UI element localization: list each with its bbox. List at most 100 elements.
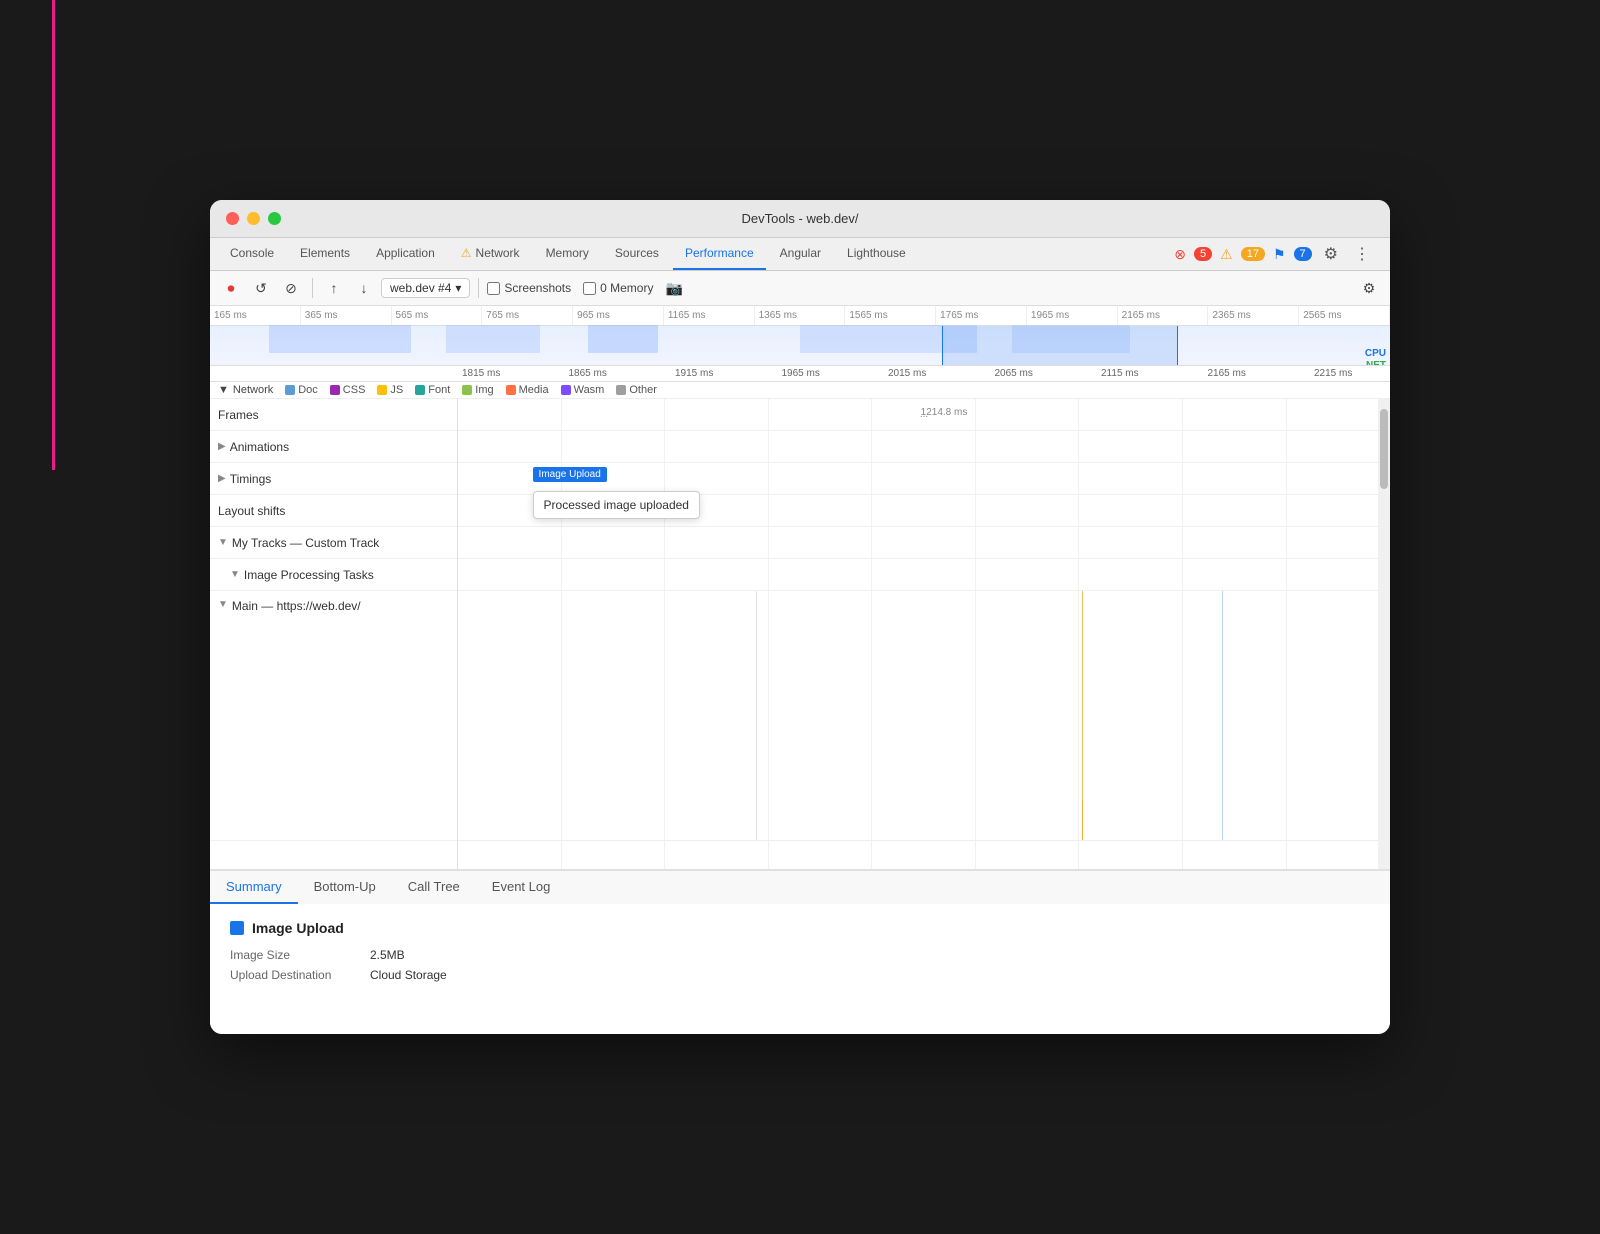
expand-icon: ▼ <box>218 537 228 548</box>
ruler-tick-11: 2365 ms <box>1208 306 1299 325</box>
memory-input[interactable] <box>583 282 596 295</box>
legend-css-label: CSS <box>343 384 366 396</box>
tab-network[interactable]: ⚠ Network <box>449 238 532 270</box>
tab-call-tree[interactable]: Call Tree <box>392 871 476 904</box>
screenshots-checkbox[interactable]: Screenshots <box>487 281 571 295</box>
tab-angular[interactable]: Angular <box>768 238 833 270</box>
image-upload-marker[interactable]: Image Upload <box>533 467 607 482</box>
expand-icon: ▼ <box>218 599 228 610</box>
upload-button[interactable]: ↑ <box>321 275 347 301</box>
window-title: DevTools - web.dev/ <box>741 211 858 226</box>
settings-icon[interactable]: ⚙ <box>1320 240 1342 268</box>
my-tracks-label: My Tracks — Custom Track <box>232 536 379 550</box>
memory-checkbox[interactable]: 0 Memory <box>583 281 653 295</box>
ruler2-0: 1815 ms <box>458 368 565 379</box>
memory-label: 0 Memory <box>600 281 653 295</box>
timeline-animations <box>458 431 1390 463</box>
close-button[interactable] <box>226 212 239 225</box>
tab-bottom-up[interactable]: Bottom-Up <box>298 871 392 904</box>
tabbar: Console Elements Application ⚠ Network M… <box>210 238 1390 271</box>
ruler-tick-0: 165 ms <box>210 306 301 325</box>
profile-select[interactable]: web.dev #4 ▾ <box>381 278 470 298</box>
track-timings[interactable]: ▶ Timings <box>210 463 457 495</box>
tab-lighthouse[interactable]: Lighthouse <box>835 238 918 270</box>
wasm-color <box>561 385 571 395</box>
tab-memory[interactable]: Memory <box>534 238 601 270</box>
timeline-selection[interactable] <box>942 326 1178 365</box>
left-panel: Frames ▶ Animations ▶ Timings Layout shi… <box>210 399 458 869</box>
timeline-main <box>458 591 1390 841</box>
upload-destination-value: Cloud Storage <box>370 968 447 982</box>
settings-toolbar-icon[interactable]: ⚙ <box>1356 275 1382 301</box>
summary-title-text: Image Upload <box>252 920 344 936</box>
right-panel[interactable]: ... 1214.8 ms Image Upload Processed ima… <box>458 399 1390 869</box>
vline-3 <box>1222 591 1223 840</box>
timeline-ruler: 165 ms 365 ms 565 ms 765 ms 965 ms 1165 … <box>210 306 1390 326</box>
screenshots-input[interactable] <box>487 282 500 295</box>
devtools-window: DevTools - web.dev/ Console Elements App… <box>210 200 1390 1034</box>
legend-css: CSS <box>330 384 366 396</box>
record-button[interactable]: ⏺ <box>218 275 244 301</box>
other-color <box>616 385 626 395</box>
image-size-value: 2.5MB <box>370 948 405 962</box>
ruler-tick-2: 565 ms <box>392 306 483 325</box>
summary-row-destination: Upload Destination Cloud Storage <box>230 968 1370 982</box>
legend-font: Font <box>415 384 450 396</box>
track-main[interactable]: ▼ Main — https://web.dev/ <box>210 591 457 841</box>
warning-icon: ⚠ <box>461 246 472 260</box>
timeline-frames: ... 1214.8 ms <box>458 399 1390 431</box>
tab-console[interactable]: Console <box>218 238 286 270</box>
camera-icon[interactable]: 📷 <box>661 275 687 301</box>
network-legend: ▼ Network Doc CSS JS Font Img Media <box>210 382 1390 399</box>
ruler-tick-8: 1765 ms <box>936 306 1027 325</box>
tab-summary[interactable]: Summary <box>210 871 298 904</box>
ruler2-1: 1865 ms <box>565 368 672 379</box>
css-color <box>330 385 340 395</box>
tab-sources[interactable]: Sources <box>603 238 671 270</box>
ruler-tick-1: 365 ms <box>301 306 392 325</box>
scrollbar-thumb[interactable] <box>1380 409 1388 489</box>
network-expand[interactable]: ▼ Network <box>218 384 273 396</box>
image-size-key: Image Size <box>230 948 370 962</box>
refresh-button[interactable]: ↺ <box>248 275 274 301</box>
ruler2-2: 1915 ms <box>671 368 778 379</box>
timeline-image-processing <box>458 559 1390 591</box>
ruler-tick-10: 2165 ms <box>1118 306 1209 325</box>
clear-button[interactable]: ⊘ <box>278 275 304 301</box>
ruler2-6: 2115 ms <box>1097 368 1204 379</box>
summary-color-box <box>230 921 244 935</box>
timing-tooltip: Processed image uploaded <box>533 491 700 519</box>
traffic-lights <box>226 212 281 225</box>
expand-arrow-icon: ▼ <box>218 384 229 396</box>
track-layout-shifts[interactable]: Layout shifts <box>210 495 457 527</box>
scrollbar[interactable] <box>1378 399 1390 869</box>
minimize-button[interactable] <box>247 212 260 225</box>
download-button[interactable]: ↓ <box>351 275 377 301</box>
track-my-tracks[interactable]: ▼ My Tracks — Custom Track <box>210 527 457 559</box>
more-icon[interactable]: ⋮ <box>1350 240 1374 268</box>
expand-icon: ▼ <box>230 569 240 580</box>
timeline-overview[interactable]: 165 ms 365 ms 565 ms 765 ms 965 ms 1165 … <box>210 306 1390 366</box>
error-badge: 5 <box>1194 247 1212 261</box>
layout-shifts-label: Layout shifts <box>218 504 285 518</box>
track-animations[interactable]: ▶ Animations <box>210 431 457 463</box>
expand-icon: ▶ <box>218 441 226 452</box>
bottom-tabs: Summary Bottom-Up Call Tree Event Log <box>210 869 1390 904</box>
summary-title: Image Upload <box>230 920 1370 936</box>
ruler2-4: 2015 ms <box>884 368 991 379</box>
tab-elements[interactable]: Elements <box>288 238 362 270</box>
main-label: Main — https://web.dev/ <box>232 599 361 613</box>
track-frames[interactable]: Frames <box>210 399 457 431</box>
cpu-label: CPU <box>1365 348 1386 359</box>
maximize-button[interactable] <box>268 212 281 225</box>
tab-application[interactable]: Application <box>364 238 447 270</box>
track-image-processing[interactable]: ▼ Image Processing Tasks <box>210 559 457 591</box>
tab-performance[interactable]: Performance <box>673 238 766 270</box>
ruler2-7: 2165 ms <box>1204 368 1311 379</box>
legend-wasm: Wasm <box>561 384 605 396</box>
tab-event-log[interactable]: Event Log <box>476 871 567 904</box>
chevron-down-icon: ▾ <box>455 281 461 295</box>
ruler-tick-3: 765 ms <box>482 306 573 325</box>
info-flag-icon: ⚑ <box>1273 246 1286 263</box>
legend-other: Other <box>616 384 657 396</box>
